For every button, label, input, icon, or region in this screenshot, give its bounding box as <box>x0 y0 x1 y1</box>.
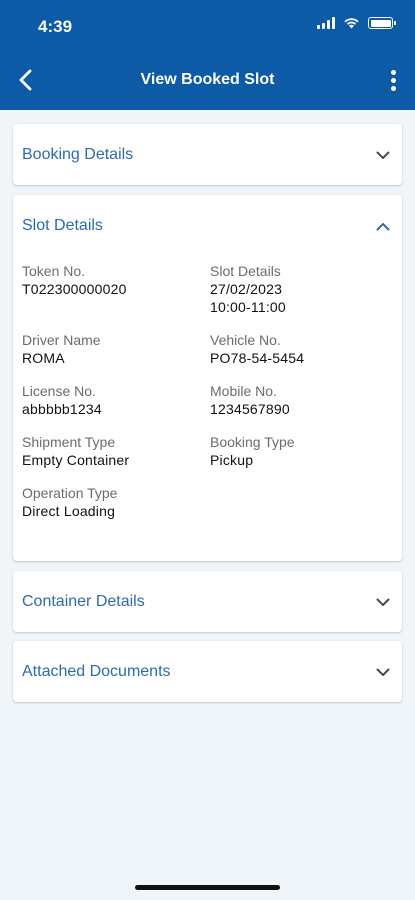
slot-time: 10:00-11:00 <box>210 299 286 315</box>
slot-details-grid: Token No. T022300000020 Slot Details 27/… <box>13 257 402 520</box>
driver-field: Driver Name ROMA <box>22 331 210 367</box>
battery-icon <box>368 17 396 29</box>
slot-details-title: Slot Details <box>22 217 103 234</box>
status-time: 4:39 <box>38 17 73 36</box>
home-indicator[interactable] <box>135 885 280 890</box>
shipment-type-label: Shipment Type <box>22 434 116 450</box>
license-value: abbbbb1234 <box>22 401 102 417</box>
attached-documents-card: Attached Documents <box>13 641 402 702</box>
status-icons <box>317 17 396 29</box>
shipment-type-value: Empty Container <box>22 452 130 468</box>
token-field: Token No. T022300000020 <box>22 262 210 316</box>
attached-documents-header[interactable]: Attached Documents <box>13 641 402 703</box>
vehicle-field: Vehicle No. PO78-54-5454 <box>210 331 390 367</box>
slot-details-card: Slot Details Token No. T022300000020 Slo… <box>13 195 402 561</box>
mobile-value: 1234567890 <box>210 401 290 417</box>
app-bar: 4:39 View Booked Slot <box>0 0 415 110</box>
booking-details-title: Booking Details <box>22 146 134 163</box>
token-value: T022300000020 <box>22 281 127 297</box>
page-title: View Booked Slot <box>140 71 275 88</box>
chevron-down-icon <box>373 592 393 612</box>
more-vertical-icon <box>390 69 396 75</box>
vehicle-label: Vehicle No. <box>210 332 281 348</box>
operation-type-label: Operation Type <box>22 485 118 501</box>
operation-type-field: Operation Type Direct Loading <box>22 484 210 520</box>
operation-type-value: Direct Loading <box>22 503 116 519</box>
slot-details-header[interactable]: Slot Details <box>13 195 402 257</box>
booking-details-card: Booking Details <box>13 124 402 185</box>
attached-documents-title: Attached Documents <box>22 663 171 680</box>
chevron-down-icon <box>373 662 393 682</box>
mobile-label: Mobile No. <box>210 383 277 399</box>
wifi-icon <box>344 18 359 29</box>
license-label: License No. <box>22 383 96 399</box>
mobile-field: Mobile No. 1234567890 <box>210 382 390 418</box>
container-details-header[interactable]: Container Details <box>13 571 402 633</box>
chevron-up-icon <box>373 216 393 236</box>
token-label: Token No. <box>22 263 86 279</box>
booking-details-header[interactable]: Booking Details <box>13 124 402 186</box>
vehicle-value: PO78-54-5454 <box>210 350 305 366</box>
container-details-card: Container Details <box>13 571 402 632</box>
cellular-signal-icon <box>317 17 335 29</box>
driver-label: Driver Name <box>22 332 101 348</box>
container-details-title: Container Details <box>22 593 145 610</box>
slot-field: Slot Details 27/02/2023 10:00-11:00 <box>210 262 390 316</box>
shipment-type-field: Shipment Type Empty Container <box>22 433 210 469</box>
more-options-button[interactable] <box>379 64 407 96</box>
chevron-down-icon <box>373 145 393 165</box>
driver-value: ROMA <box>22 350 65 366</box>
booking-type-value: Pickup <box>210 452 254 468</box>
slot-date: 27/02/2023 <box>210 281 283 297</box>
slot-label: Slot Details <box>210 263 281 279</box>
license-field: License No. abbbbb1234 <box>22 382 210 418</box>
booking-type-label: Booking Type <box>210 434 295 450</box>
booking-type-field: Booking Type Pickup <box>210 433 390 469</box>
